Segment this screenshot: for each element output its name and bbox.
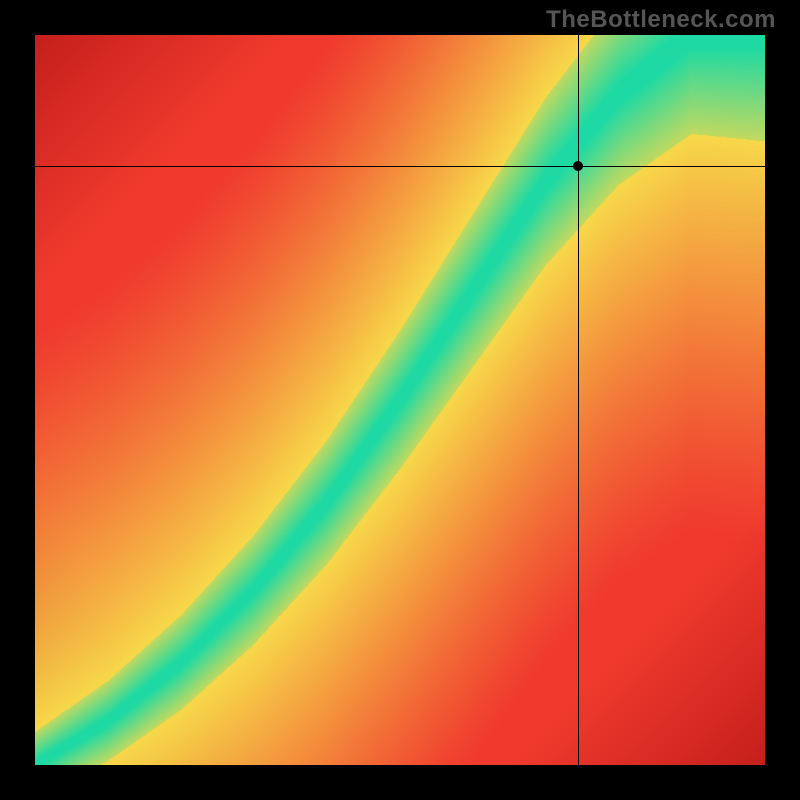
crosshair-vertical — [578, 35, 579, 765]
crosshair-horizontal — [35, 166, 765, 167]
heatmap-canvas — [35, 35, 765, 765]
stage: TheBottleneck.com — [0, 0, 800, 800]
current-point-marker — [573, 161, 583, 171]
watermark-text: TheBottleneck.com — [546, 6, 776, 34]
heatmap-plot — [35, 35, 765, 765]
